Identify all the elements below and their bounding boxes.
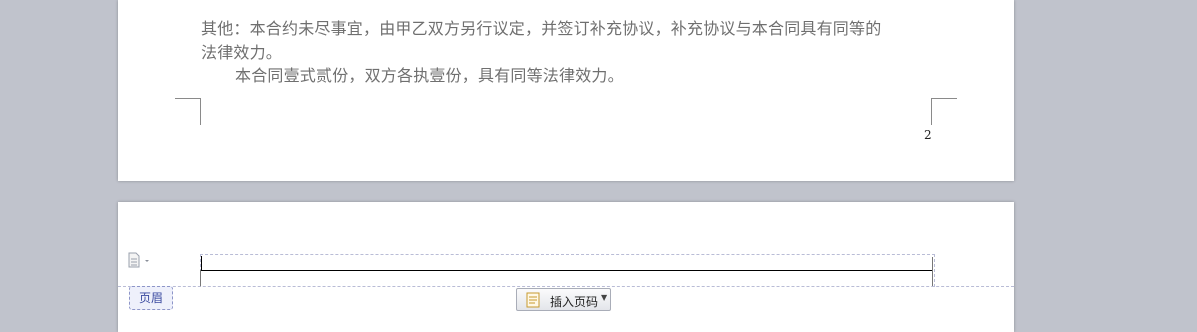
page-number: 2 (924, 128, 932, 142)
insert-page-number-button[interactable]: 插入页码 ▼ (516, 288, 611, 311)
chevron-down-icon: ▼ (601, 293, 608, 302)
page-number-icon (526, 292, 540, 308)
document-page-3: 页眉 插入页码 ▼ (118, 202, 1014, 332)
margin-corner-mark-left (200, 270, 201, 287)
margin-corner-mark-right (932, 257, 933, 287)
header-label-tag[interactable]: 页眉 (129, 286, 173, 310)
margin-corner-mark-left (175, 98, 201, 125)
document-options-icon[interactable] (128, 252, 152, 268)
body-text-line: 本合同壹式贰份，双方各执壹份，具有同等法律效力。 (235, 66, 624, 85)
margin-corner-mark-right (931, 98, 957, 125)
header-underline (201, 270, 933, 271)
text-cursor (201, 256, 202, 270)
body-text-line: 法律效力。 (201, 43, 283, 62)
insert-page-number-label: 插入页码 (550, 295, 599, 309)
header-boundary-line (118, 286, 1014, 287)
body-text-line: 其他：本合约未尽事宜，由甲乙双方另行议定，并签订补充协议，补充协议与本合同具有同… (201, 19, 882, 38)
document-page-2: 其他：本合约未尽事宜，由甲乙双方另行议定，并签订补充协议，补充协议与本合同具有同… (118, 0, 1014, 181)
